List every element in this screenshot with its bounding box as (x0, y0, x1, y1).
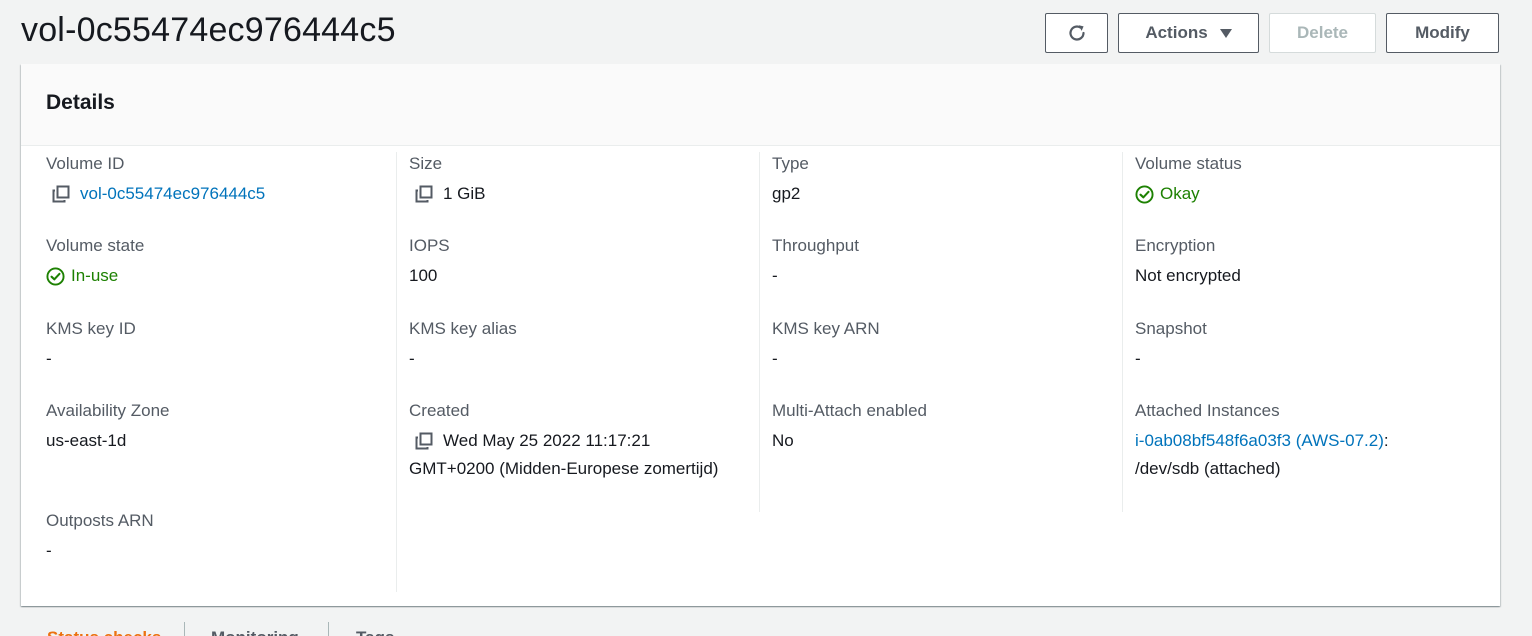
field-iops: IOPS 100 (409, 234, 759, 290)
actions-label: Actions (1145, 23, 1208, 42)
field-type: Type gp2 (772, 152, 1122, 208)
field-value: Okay (1135, 180, 1495, 208)
field-label: Created (409, 401, 470, 420)
field-throughput: Throughput - (772, 234, 1122, 290)
refresh-button[interactable] (1045, 13, 1108, 53)
tab-status-checks[interactable]: Status checks (47, 628, 161, 636)
volume-status-value: Okay (1160, 184, 1200, 203)
field-multi-attach: Multi-Attach enabled No (772, 399, 1122, 455)
refresh-icon (1068, 25, 1085, 41)
success-check-icon (46, 266, 65, 286)
field-label: KMS key ARN (772, 319, 880, 338)
field-kms-key-alias: KMS key alias - (409, 317, 759, 373)
field-label: Volume state (46, 236, 145, 255)
field-value: 100 (409, 266, 438, 285)
field-size: Size 1 GiB (409, 152, 759, 208)
field-value: gp2 (772, 184, 801, 203)
field-value: vol-0c55474ec976444c5 (46, 180, 396, 208)
field-created: Created Wed May 25 2022 11:17:21 GMT+020… (409, 399, 759, 483)
field-outposts-arn: Outposts ARN - (46, 509, 396, 565)
tab-tags[interactable]: Tags (356, 628, 394, 636)
attached-instance-link[interactable]: i-0ab08bf548f6a03f3 (AWS-07.2) (1135, 431, 1384, 450)
details-column-3: Type gp2 Throughput - KMS key ARN - Mult… (772, 152, 1122, 592)
field-availability-zone: Availability Zone us-east-1d (46, 399, 396, 455)
attached-instance-separator: : (1383, 431, 1389, 450)
caret-down-icon (1219, 28, 1232, 38)
page-title: vol-0c55474ec976444c5 (21, 11, 396, 49)
volume-detail-page: vol-0c55474ec976444c5 Actions Delete Mod… (0, 0, 1532, 636)
field-label: Attached Instances (1135, 401, 1280, 420)
field-value: - (46, 349, 52, 368)
field-value: In-use (46, 262, 396, 290)
details-panel-header: Details (21, 64, 1500, 146)
field-snapshot: Snapshot - (1135, 317, 1495, 373)
field-volume-id: Volume ID vol-0c55474ec976444c5 (46, 152, 396, 208)
success-check-icon (1135, 184, 1154, 204)
field-value: - (1135, 349, 1141, 368)
field-label: Outposts ARN (46, 511, 154, 530)
field-label: Volume status (1135, 154, 1242, 173)
details-title: Details (46, 91, 115, 114)
details-column-2: Size 1 GiB IOPS 100 KMS key alias - Crea… (409, 152, 759, 592)
field-label: Encryption (1135, 236, 1216, 255)
size-value: 1 GiB (443, 184, 486, 203)
volume-id-link[interactable]: vol-0c55474ec976444c5 (80, 180, 265, 208)
field-volume-status: Volume status Okay (1135, 152, 1495, 208)
field-encryption: Encryption Not encrypted (1135, 234, 1495, 290)
field-value: - (46, 541, 52, 560)
field-value: i-0ab08bf548f6a03f3 (AWS-07.2): /dev/sdb… (1135, 427, 1495, 483)
field-label: Size (409, 154, 443, 173)
delete-button[interactable]: Delete (1269, 13, 1376, 53)
created-date-line1: Wed May 25 2022 11:17:21 (443, 431, 651, 450)
field-value: Wed May 25 2022 11:17:21 (409, 427, 759, 455)
tab-separator (328, 622, 329, 636)
field-label: Volume ID (46, 154, 125, 173)
field-value: - (772, 349, 778, 368)
copy-icon[interactable] (415, 185, 433, 203)
field-value: Not encrypted (1135, 266, 1241, 285)
tab-monitoring[interactable]: Monitoring (211, 628, 299, 636)
field-label: Snapshot (1135, 319, 1207, 338)
field-value: us-east-1d (46, 431, 127, 450)
attached-device: /dev/sdb (attached) (1135, 459, 1281, 478)
volume-state-value: In-use (71, 266, 119, 285)
field-label: Availability Zone (46, 401, 170, 420)
column-divider (759, 152, 760, 512)
field-label: Multi-Attach enabled (772, 401, 927, 420)
actions-dropdown-button[interactable]: Actions (1118, 13, 1259, 53)
column-divider (396, 152, 397, 592)
field-label: Type (772, 154, 809, 173)
created-date-line2: GMT+0200 (Midden-Europese zomertijd) (409, 459, 719, 478)
details-column-4: Volume status Okay Encryption Not encryp… (1135, 152, 1495, 592)
copy-icon[interactable] (52, 185, 70, 203)
field-kms-key-arn: KMS key ARN - (772, 317, 1122, 373)
column-divider (1122, 152, 1123, 512)
field-kms-key-id: KMS key ID - (46, 317, 396, 373)
field-value: 1 GiB (409, 180, 759, 208)
tab-separator (184, 622, 185, 636)
field-value: - (409, 349, 415, 368)
details-panel: Details Volume ID vol-0c55474ec976444c5 … (21, 64, 1500, 606)
field-label: Throughput (772, 236, 859, 255)
field-label: KMS key alias (409, 319, 517, 338)
field-label: IOPS (409, 236, 450, 255)
copy-icon[interactable] (415, 432, 433, 450)
field-label: KMS key ID (46, 319, 136, 338)
field-attached-instances: Attached Instances i-0ab08bf548f6a03f3 (… (1135, 399, 1495, 483)
detail-tabs: Status checks Monitoring Tags (21, 620, 621, 636)
field-value: - (772, 266, 778, 285)
modify-button[interactable]: Modify (1386, 13, 1499, 53)
details-column-1: Volume ID vol-0c55474ec976444c5 Volume s… (46, 152, 396, 592)
field-value: No (772, 431, 794, 450)
field-volume-state: Volume state In-use (46, 234, 396, 290)
